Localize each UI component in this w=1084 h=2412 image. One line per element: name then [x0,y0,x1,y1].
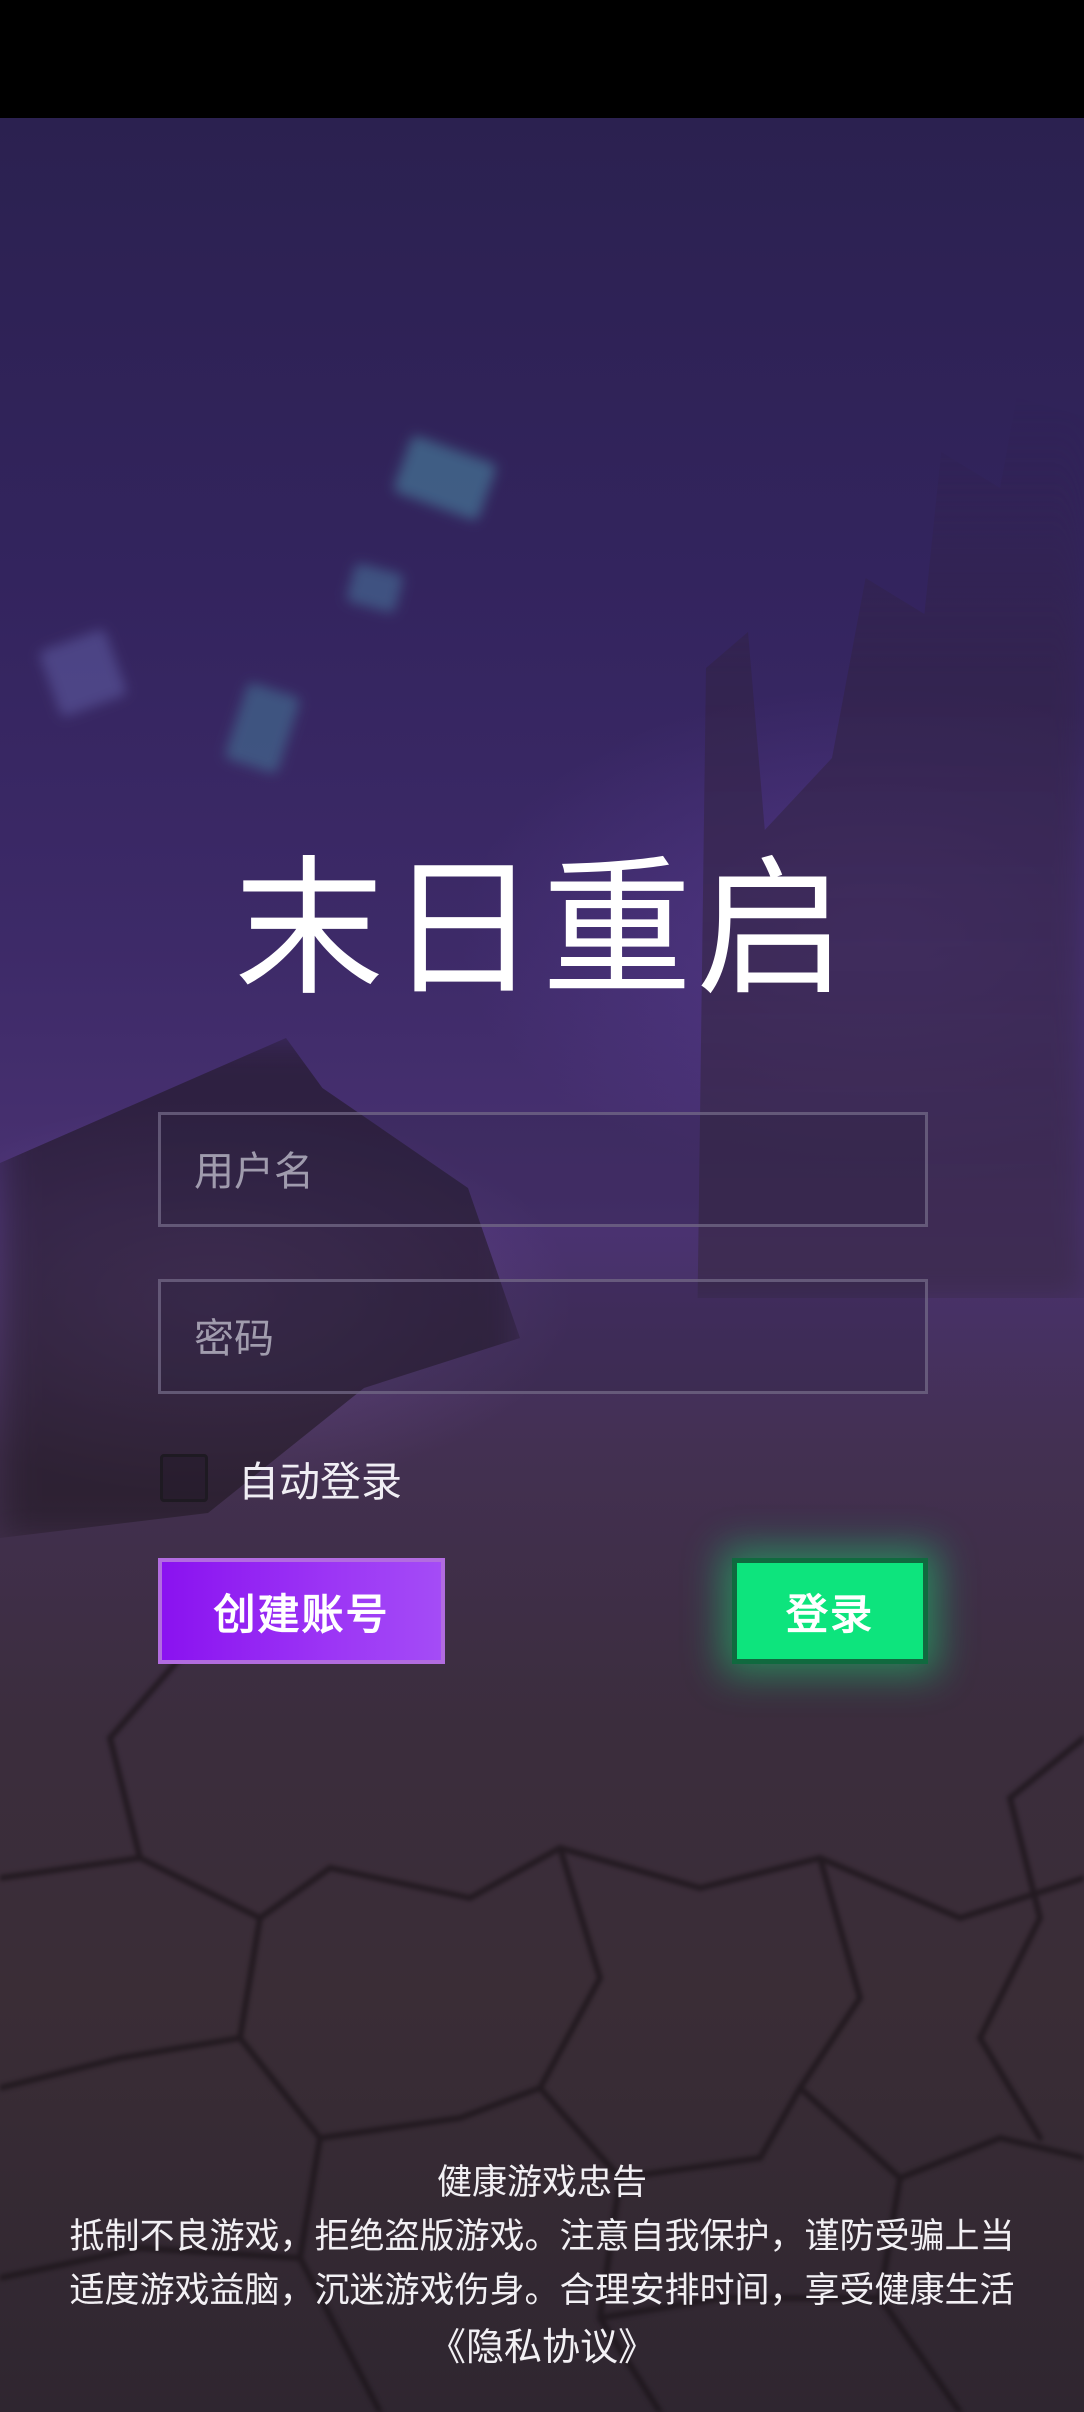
auto-login-checkbox[interactable] [160,1454,208,1502]
status-bar [0,0,1084,118]
password-placeholder: 密码 [194,1316,274,1362]
auto-login-row: 自动登录 [160,1450,402,1506]
floating-shard [38,628,128,718]
privacy-agreement-link[interactable]: 《隐私协议》 [0,2320,1084,2374]
health-notice-line-2: 适度游戏益脑，沉迷游戏伤身。合理安排时间，享受健康生活 [69,2271,1015,2311]
auto-login-label[interactable]: 自动登录 [238,1448,402,1508]
background-scene [0,118,1084,2412]
health-notice-title: 健康游戏忠告 [436,2163,647,2203]
health-notice-line-1: 抵制不良游戏，拒绝盗版游戏。注意自我保护，谨防受骗上当 [69,2217,1015,2257]
username-field[interactable]: 用户名 [158,1112,928,1227]
floating-shard [392,434,498,522]
create-account-button[interactable]: 创建账号 [158,1558,445,1664]
floating-shard [223,681,302,775]
username-placeholder: 用户名 [194,1149,314,1195]
floating-shard [345,562,405,614]
password-field[interactable]: 密码 [158,1279,928,1394]
login-button[interactable]: 登录 [732,1558,928,1664]
game-title: 末日重启 [233,843,850,1017]
